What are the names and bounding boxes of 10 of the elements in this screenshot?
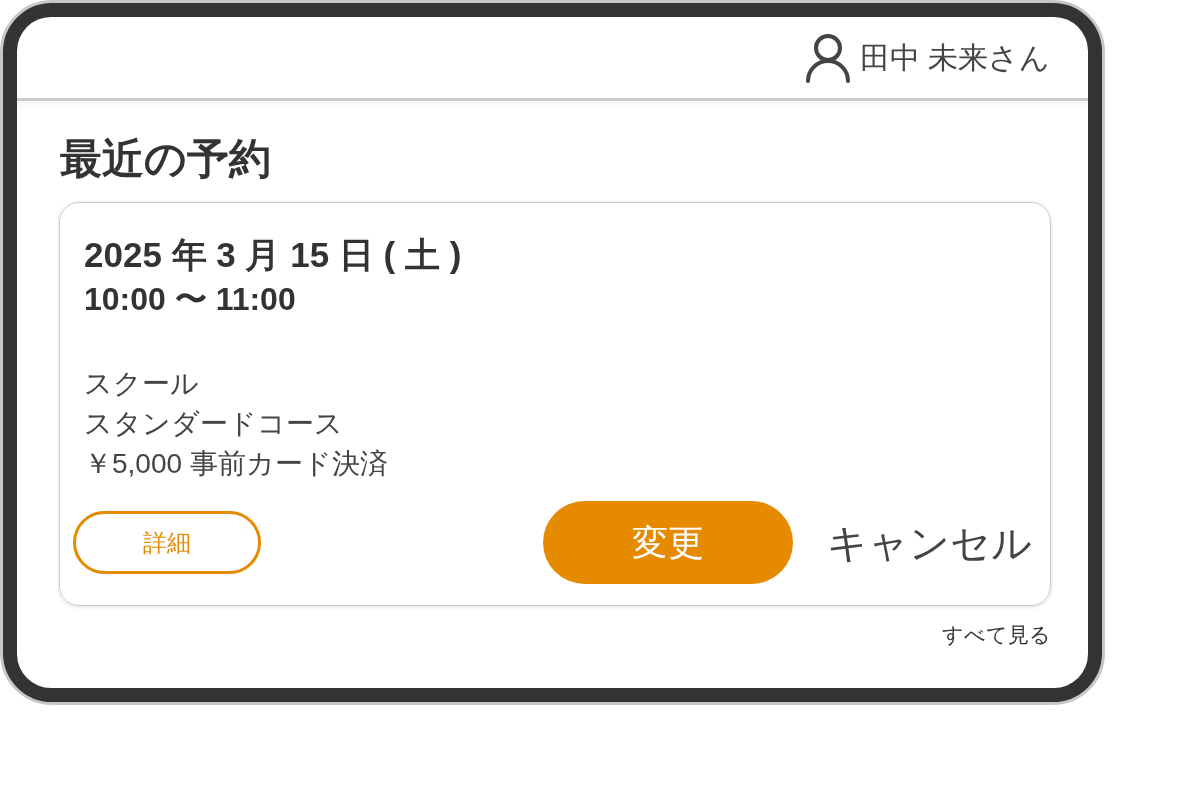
- section-title: 最近の予約: [59, 135, 272, 183]
- cancel-button[interactable]: キャンセル: [827, 517, 1032, 568]
- reservation-time: 10:00 〜 11:00: [84, 280, 296, 319]
- reservation-detail: スクール: [84, 367, 199, 401]
- reservation-detail: スタンダードコース: [84, 407, 343, 441]
- reservation-date: 2025 年 3 月 15 日 ( 土 ): [84, 234, 462, 276]
- reservation-detail: ￥5,000 事前カード決済: [84, 447, 388, 481]
- user-icon: [804, 32, 851, 83]
- see-all-link[interactable]: すべて見る: [942, 620, 1051, 650]
- user-name: 田中 未来さん: [859, 39, 1050, 76]
